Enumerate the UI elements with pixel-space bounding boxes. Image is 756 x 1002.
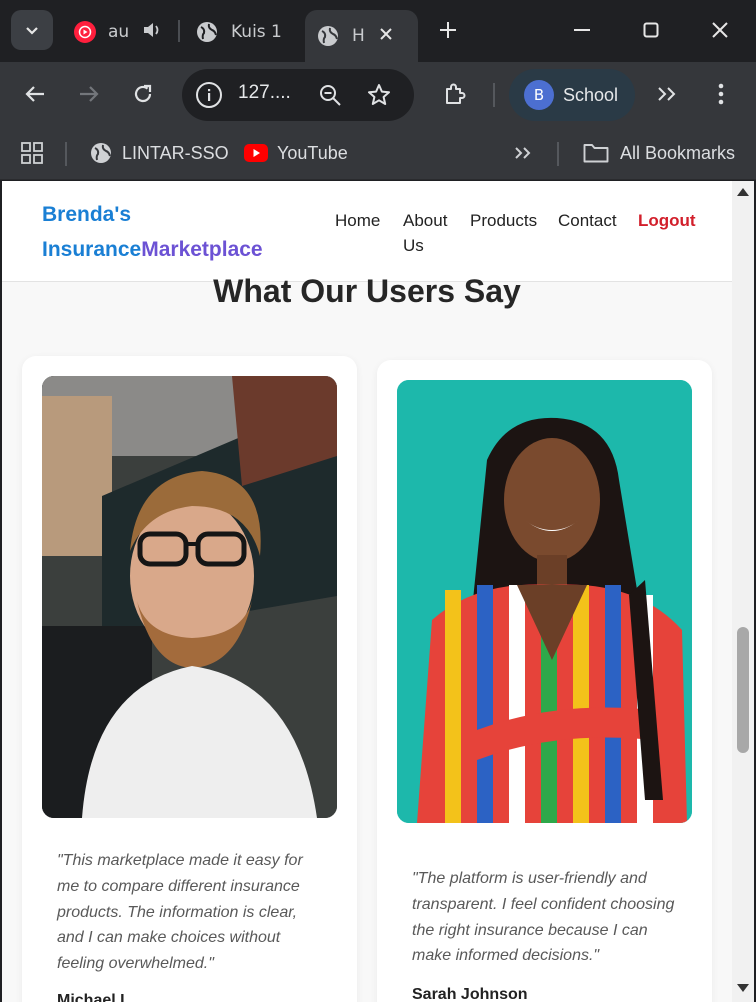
testimonial-quote: "The platform is user-friendly and trans…: [412, 870, 675, 965]
close-window-button[interactable]: [704, 14, 736, 46]
bookmarks-overflow-button[interactable]: [513, 138, 533, 168]
maximize-icon: [643, 22, 659, 38]
speaker-icon[interactable]: [142, 21, 162, 44]
bookmarks-bar: LINTAR-SSO YouTube All Bookmarks: [0, 128, 756, 180]
tab-search-button[interactable]: [11, 10, 53, 50]
tab-audio[interactable]: au: [74, 10, 178, 54]
brand-part-marketplace: Marketplace: [141, 238, 263, 261]
brand-part-insurance: Insurance: [42, 238, 142, 261]
tab-strip: au Kuis 1 H: [0, 0, 756, 62]
folder-icon: [583, 144, 609, 163]
chevron-down-icon: [26, 27, 38, 35]
extensions-button[interactable]: [437, 76, 473, 112]
nav-logout[interactable]: Logout: [638, 208, 696, 233]
scroll-up-arrow-icon[interactable]: [737, 188, 749, 196]
site-brand[interactable]: Brenda's InsuranceMarketplace: [42, 197, 263, 267]
testimonial-card: "This marketplace made it easy for me to…: [22, 356, 357, 1002]
tab-kuis[interactable]: Kuis 1: [196, 10, 296, 54]
testimonial-card: "The platform is user-friendly and trans…: [377, 360, 712, 1002]
globe-icon: [196, 21, 218, 43]
globe-icon: [317, 25, 339, 47]
back-button[interactable]: [17, 76, 53, 112]
plus-icon: [440, 22, 456, 38]
arrow-right-icon: [80, 86, 99, 102]
minimize-icon: [574, 29, 590, 31]
maximize-button[interactable]: [635, 14, 667, 46]
profile-chip[interactable]: B School: [509, 69, 635, 121]
nav-about-us[interactable]: About Us: [403, 208, 453, 258]
new-tab-button[interactable]: [432, 14, 464, 46]
bookmark-label: YouTube: [277, 142, 348, 163]
nav-products[interactable]: Products: [470, 208, 537, 233]
tab-title: Kuis 1: [231, 22, 282, 42]
nav-home[interactable]: Home: [335, 208, 380, 233]
brand-line-1: Brenda's: [42, 203, 132, 226]
info-icon[interactable]: [196, 82, 222, 108]
nav-contact[interactable]: Contact: [558, 208, 617, 233]
menu-button[interactable]: [703, 76, 739, 112]
double-chevron-right-icon: [515, 147, 531, 159]
close-icon[interactable]: [379, 26, 393, 46]
browser-toolbar: 127.... B School: [0, 62, 756, 128]
testimonial-author: Sarah Johnson: [412, 986, 528, 1002]
profile-label: School: [563, 84, 619, 105]
bookmark-label: LINTAR-SSO: [122, 142, 229, 163]
all-bookmarks-button[interactable]: All Bookmarks: [583, 138, 735, 168]
all-bookmarks-label: All Bookmarks: [620, 142, 736, 163]
address-bar[interactable]: 127....: [182, 69, 414, 121]
double-chevron-right-icon: [658, 87, 676, 101]
arrow-left-icon: [25, 86, 44, 102]
section-title: What Our Users Say: [213, 273, 521, 309]
tab-active[interactable]: H: [305, 10, 418, 62]
kebab-menu-icon: [718, 83, 724, 105]
site-navbar: Brenda's InsuranceMarketplace Home About…: [2, 181, 732, 282]
reload-icon: [134, 84, 152, 103]
zoom-icon[interactable]: [319, 84, 341, 110]
close-icon: [712, 22, 728, 38]
forward-button[interactable]: [71, 76, 107, 112]
apps-button[interactable]: [21, 138, 43, 168]
puzzle-icon: [446, 83, 466, 104]
tab-title: H: [352, 26, 365, 46]
url-text: 127....: [238, 82, 291, 103]
globe-icon: [91, 143, 111, 163]
testimonial-quote: "This marketplace made it easy for me to…: [57, 852, 303, 973]
page-viewport: Brenda's InsuranceMarketplace Home About…: [2, 181, 732, 1002]
bookmark-separator: [557, 142, 559, 166]
testimonial-author: Michael L.: [57, 992, 135, 1002]
page-scrollbar[interactable]: [732, 181, 754, 1002]
bookmark-separator: [65, 142, 67, 166]
scroll-down-arrow-icon[interactable]: [737, 984, 749, 992]
minimize-button[interactable]: [566, 14, 598, 46]
reload-button[interactable]: [125, 76, 161, 112]
tab-separator: [178, 20, 180, 42]
man-with-glasses-photo: [42, 376, 337, 818]
toolbar-separator: [493, 83, 495, 107]
star-icon[interactable]: [367, 83, 391, 111]
woman-striped-dress-photo: [397, 380, 692, 823]
apps-grid-icon: [21, 142, 43, 164]
youtube-music-icon: [74, 21, 96, 43]
scrollbar-thumb[interactable]: [737, 627, 749, 753]
avatar: B: [524, 80, 554, 110]
more-tools-button[interactable]: [649, 76, 685, 112]
tab-title: au: [108, 22, 130, 42]
bookmark-youtube[interactable]: YouTube: [244, 138, 348, 168]
youtube-icon: [244, 144, 268, 162]
bookmark-lintar[interactable]: LINTAR-SSO: [90, 138, 229, 168]
